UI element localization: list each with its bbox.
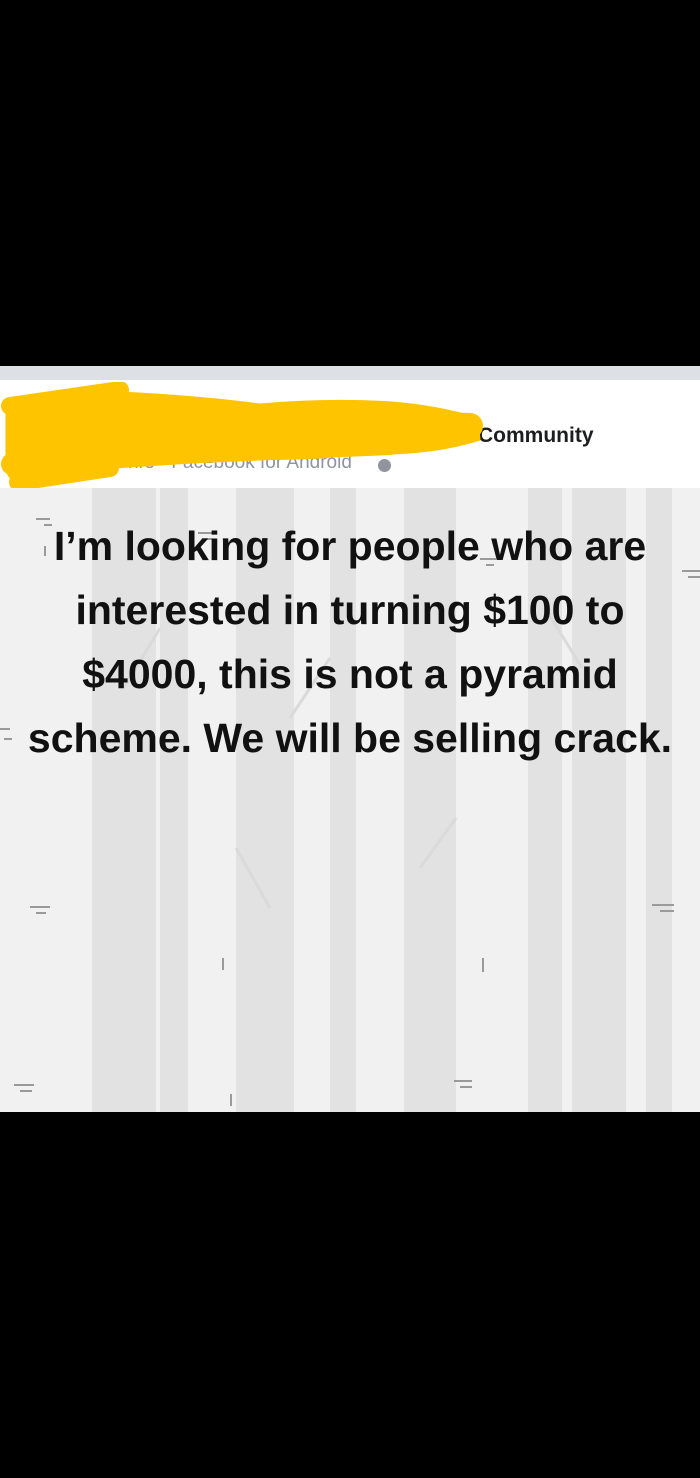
- post-header: Community hrs · Facebook for Android: [0, 380, 700, 491]
- post-body-text: I’m looking for people who are intereste…: [27, 523, 673, 761]
- post-top-divider: [0, 366, 700, 380]
- facebook-post: Community hrs · Facebook for Android: [0, 366, 700, 1112]
- screenshot-frame: Community hrs · Facebook for Android: [0, 0, 700, 1478]
- redaction-scribble: [1, 382, 483, 491]
